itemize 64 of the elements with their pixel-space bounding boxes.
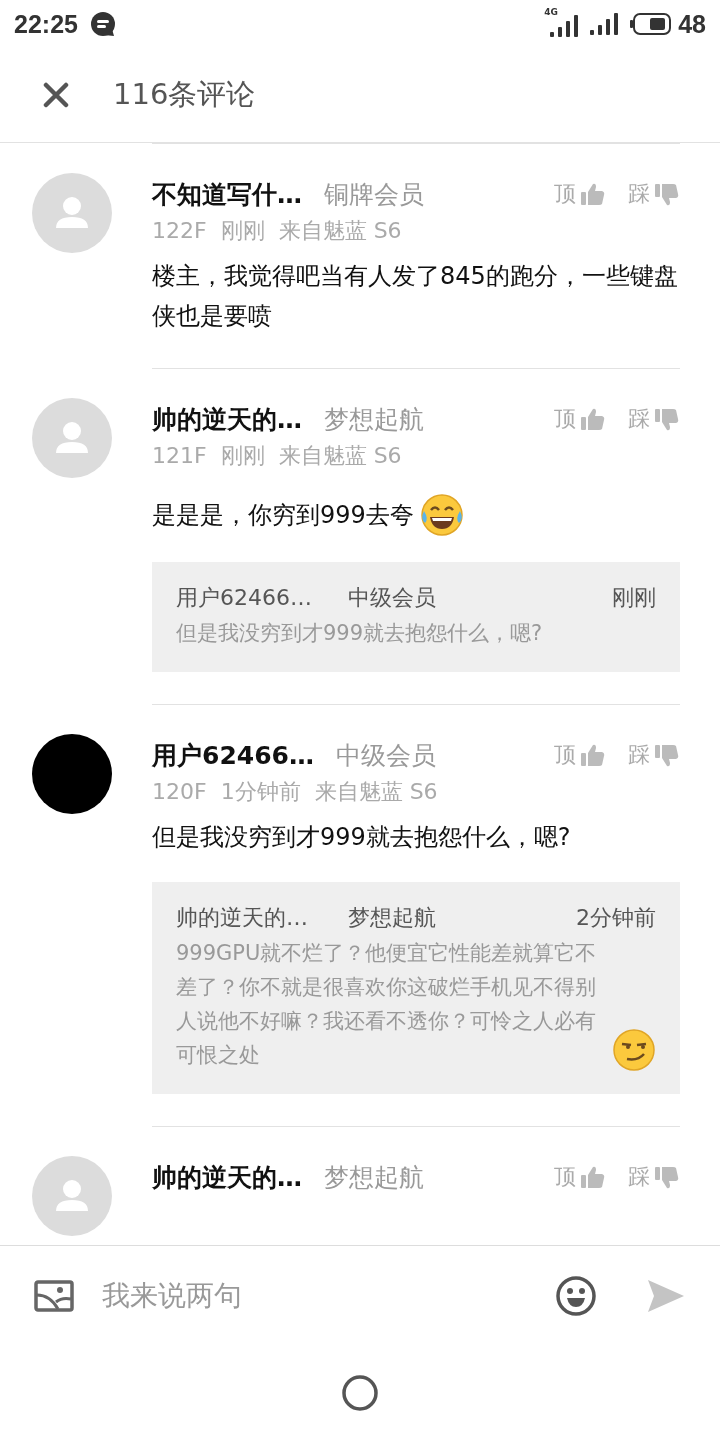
quoted-username: 帅的逆天的… — [176, 904, 309, 932]
thumbs-down-icon[interactable] — [654, 181, 680, 207]
comment-text: 楼主，我觉得吧当有人发了845的跑分，一些键盘侠也是要喷 — [152, 261, 679, 332]
thumbs-down-icon[interactable] — [654, 742, 680, 768]
comment-text: 但是我没穷到才999就去抱怨什么，嗯? — [152, 822, 572, 853]
thumbs-up-icon[interactable] — [580, 406, 606, 432]
quoted-text: 999GPU就不烂了？他便宜它性能差就算它不差了？你不就是很喜欢你这破烂手机见不得别人说他不好嘛？我还看不透你？可怜之人必有可恨之处 — [176, 940, 598, 1069]
send-icon[interactable] — [646, 1278, 686, 1314]
emoji-icon[interactable] — [556, 1276, 596, 1316]
quoted-member-level: 梦想起航 — [348, 904, 436, 932]
member-level: 梦想起航 — [324, 1161, 424, 1194]
upvote-label[interactable]: 顶 — [554, 740, 576, 770]
clock-time: 22:25 — [14, 9, 78, 39]
quoted-username: 用户62466… — [176, 584, 313, 612]
upvote-label[interactable]: 顶 — [554, 1162, 576, 1192]
downvote-label[interactable]: 踩 — [628, 740, 650, 770]
device-label: 来自魅蓝 S6 — [314, 778, 438, 806]
network-type: 4G — [544, 7, 558, 17]
thumbs-down-icon[interactable] — [654, 1164, 680, 1190]
laughing-face-icon — [419, 493, 464, 537]
page-title: 116条评论 — [113, 76, 256, 113]
comment-input-field[interactable]: 我来说两句 — [102, 1277, 556, 1315]
thumbs-up-icon[interactable] — [580, 1164, 606, 1190]
post-time: 刚刚 — [220, 217, 265, 245]
device-label: 来自魅蓝 S6 — [278, 217, 402, 245]
quoted-text: 但是我没穷到才999就去抱怨什么，嗯? — [176, 620, 544, 647]
signal-icon — [550, 15, 579, 37]
username: 用户62466… — [152, 739, 314, 772]
quoted-time: 刚刚 — [612, 584, 656, 612]
quoted-time: 2分钟前 — [576, 904, 656, 932]
upvote-label[interactable]: 顶 — [554, 404, 576, 434]
avatar-icon — [32, 398, 112, 478]
upvote-label[interactable]: 顶 — [554, 179, 576, 209]
post-time: 刚刚 — [220, 442, 265, 470]
downvote-label[interactable]: 踩 — [628, 404, 650, 434]
comment-text: 是是是，你穷到999去夸 — [152, 500, 414, 531]
avatar-icon — [32, 734, 112, 814]
username: 帅的逆天的… — [152, 1161, 302, 1194]
downvote-label[interactable]: 踩 — [628, 1162, 650, 1192]
floor-number: 121F — [152, 442, 207, 470]
home-button-icon[interactable] — [342, 1375, 378, 1411]
thumbs-up-icon[interactable] — [580, 742, 606, 768]
downvote-label[interactable]: 踩 — [628, 179, 650, 209]
thumbs-up-icon[interactable] — [580, 181, 606, 207]
device-label: 来自魅蓝 S6 — [278, 442, 402, 470]
member-level: 梦想起航 — [324, 403, 424, 436]
avatar-icon — [32, 1156, 112, 1236]
member-level: 铜牌会员 — [324, 178, 424, 211]
message-bubble-icon — [89, 11, 116, 37]
smirking-face-icon — [612, 1028, 656, 1072]
username: 不知道写什… — [152, 178, 302, 211]
floor-number: 120F — [152, 778, 207, 806]
close-icon[interactable] — [43, 82, 69, 108]
post-time: 1分钟前 — [220, 778, 301, 806]
floor-number: 122F — [152, 217, 207, 245]
member-level: 中级会员 — [336, 739, 436, 772]
image-icon[interactable] — [34, 1280, 74, 1312]
thumbs-down-icon[interactable] — [654, 406, 680, 432]
quoted-member-level: 中级会员 — [348, 584, 436, 612]
avatar-icon — [32, 173, 112, 253]
battery-percent: 48 — [678, 9, 706, 39]
username: 帅的逆天的… — [152, 403, 302, 436]
signal-icon — [590, 13, 619, 35]
battery-icon — [630, 13, 673, 35]
